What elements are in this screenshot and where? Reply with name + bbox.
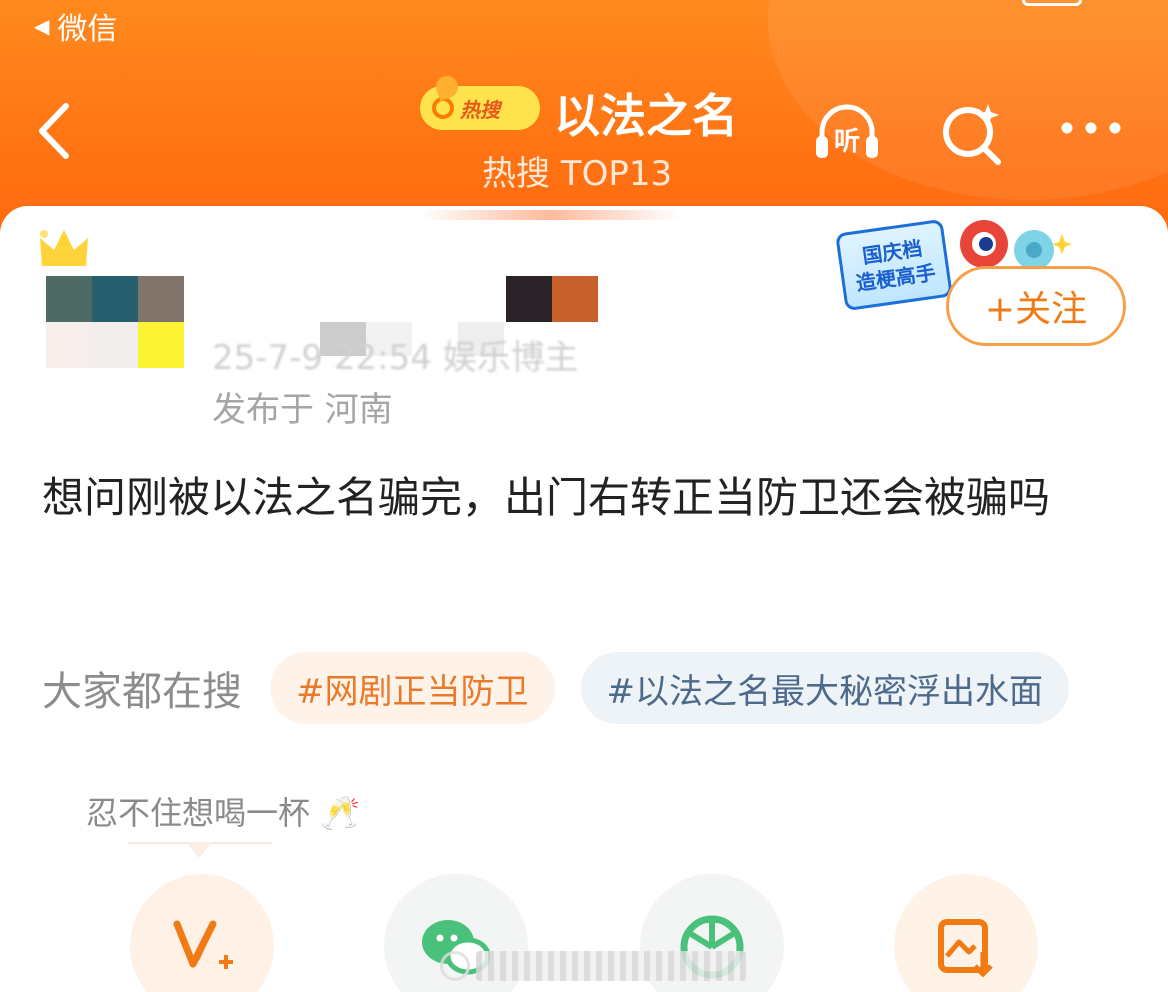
search-suggestions-label: 大家都在搜: [42, 669, 242, 715]
chevron-left-icon[interactable]: [28, 96, 84, 166]
title-block: 热搜 以法之名 热搜 TOP13: [420, 72, 760, 200]
hot-badge-label: 热搜: [460, 97, 500, 122]
triangle-left-icon: ◀: [34, 14, 50, 38]
back-app-label: 微信: [57, 12, 118, 47]
search-chip[interactable]: #以法之名最大秘密浮出水面: [580, 652, 1069, 724]
battery-icon: [1022, 0, 1082, 6]
search-sparkle-icon[interactable]: [938, 98, 1008, 168]
crown-icon: [40, 230, 88, 266]
weibo-vplus-icon: [173, 920, 233, 969]
page-subtitle: 热搜 TOP13: [482, 154, 673, 194]
follow-button[interactable]: +关注: [946, 266, 1126, 346]
weibo-watermark: [440, 946, 780, 986]
post-location: 发布于 河南: [212, 390, 393, 430]
watermark-logo-icon: [440, 951, 470, 981]
card-glow: [420, 210, 680, 220]
save-image-icon: [938, 919, 993, 978]
listen-label: 听: [834, 127, 860, 157]
post-text: 想问刚被以法之名骗完，出门右转正当防卫还会被骗吗: [42, 473, 1051, 522]
hot-search-badge: 热搜: [420, 72, 540, 130]
back-to-wechat[interactable]: ◀ 微信: [34, 4, 117, 48]
page-title: 以法之名: [554, 89, 738, 143]
top-header: ◀ 微信 热搜 以法之名 热搜 TOP13 听: [0, 0, 1168, 240]
post-meta-blurred: 25-7-9 22:54 娱乐博主: [212, 338, 579, 378]
search-suggestions: 大家都在搜 #网剧正当防卫 #以法之名最大秘密浮出水面: [42, 650, 1069, 726]
flame-icon: [432, 72, 462, 102]
headphones-listen-icon[interactable]: 听: [812, 98, 882, 168]
avatar[interactable]: [46, 276, 184, 368]
promo-badge: 国庆档 造梗高手: [835, 218, 953, 312]
search-chip[interactable]: #网剧正当防卫: [270, 652, 555, 724]
watermark-text-mosaic: [476, 951, 746, 981]
share-tooltip: 忍不住想喝一杯 🥂: [86, 794, 361, 832]
more-dots-icon[interactable]: [1056, 98, 1126, 168]
search-icon: [432, 97, 454, 119]
